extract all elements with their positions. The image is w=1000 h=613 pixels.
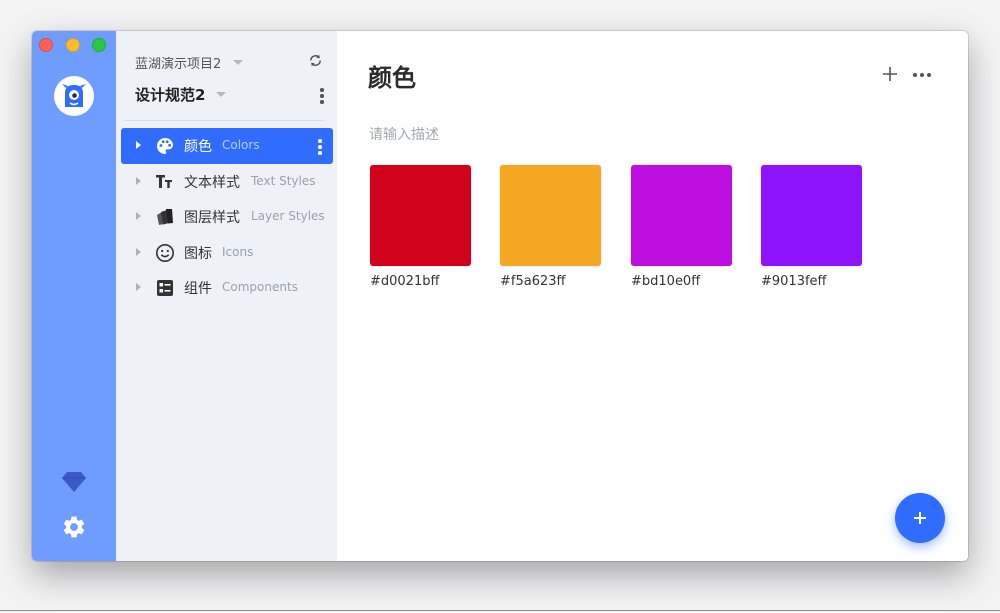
tree-item-label: 文本样式	[184, 174, 240, 191]
component-icon	[157, 280, 173, 296]
spec-more-icon[interactable]	[320, 88, 324, 106]
add-icon[interactable]	[882, 66, 898, 82]
color-swatch[interactable]	[761, 165, 862, 266]
tree-item-sublabel: Colors	[222, 138, 260, 152]
window-close-button[interactable]	[39, 38, 53, 52]
app-window: 蓝湖演示项目2 设计规范2 颜色 Colors 文本样式 Text Styles…	[32, 31, 968, 561]
app-logo-icon[interactable]	[54, 76, 94, 116]
color-swatch-card[interactable]: #9013feff	[761, 165, 863, 289]
refresh-icon[interactable]	[308, 53, 323, 68]
item-more-icon[interactable]	[318, 139, 322, 157]
color-swatch-card[interactable]: #f5a623ff	[500, 165, 602, 289]
tree-item-sublabel: Text Styles	[251, 173, 316, 188]
expand-arrow-icon[interactable]	[136, 283, 141, 291]
main-panel: 颜色 #d0021bff #f5a623ff #bd10e0ff	[337, 31, 968, 561]
expand-arrow-icon[interactable]	[136, 247, 141, 256]
color-swatch[interactable]	[500, 165, 601, 266]
plus-icon	[914, 512, 926, 524]
project-selector[interactable]: 蓝湖演示项目2	[135, 50, 327, 74]
tree-item-label: 图标	[184, 245, 212, 262]
screen-edge-line	[0, 610, 1000, 611]
divider	[124, 120, 325, 121]
category-tree: 颜色 Colors 文本样式 Text Styles 图层样式 Layer St…	[121, 128, 333, 306]
layer-style-icon	[157, 209, 173, 225]
tree-item-text-styles[interactable]: 文本样式 Text Styles	[121, 164, 333, 200]
tree-item-label: 组件	[184, 281, 212, 297]
expand-arrow-icon[interactable]	[136, 141, 141, 149]
tree-item-icons[interactable]: 图标 Icons	[121, 235, 333, 271]
window-minimize-button[interactable]	[66, 38, 80, 52]
settings-gear-icon[interactable]	[61, 514, 87, 540]
swatch-hex-label: #bd10e0ff	[631, 274, 701, 289]
add-floating-button[interactable]	[895, 493, 945, 543]
sketch-diamond-icon[interactable]	[61, 470, 87, 494]
tree-item-label: 图层样式	[184, 210, 240, 226]
color-swatch-card[interactable]: #bd10e0ff	[631, 165, 733, 289]
spec-name: 设计规范2	[135, 86, 206, 104]
page-title: 颜色	[368, 64, 416, 92]
swatch-hex-label: #9013feff	[761, 274, 827, 289]
more-horizontal-icon[interactable]	[912, 72, 932, 78]
expand-arrow-icon[interactable]	[136, 176, 141, 185]
expand-arrow-icon[interactable]	[136, 212, 141, 220]
color-swatch[interactable]	[370, 165, 471, 266]
chevron-down-icon	[233, 60, 243, 65]
tree-item-components[interactable]: 组件 Components	[121, 270, 333, 306]
left-rail	[32, 31, 116, 561]
description-input[interactable]	[369, 124, 769, 146]
color-swatch[interactable]	[631, 165, 732, 266]
swatch-hex-label: #d0021bff	[370, 274, 440, 289]
spec-selector[interactable]: 设计规范2	[135, 81, 327, 107]
sidebar: 蓝湖演示项目2 设计规范2 颜色 Colors 文本样式 Text Styles…	[116, 31, 352, 561]
window-zoom-button[interactable]	[92, 38, 106, 52]
tree-item-label: 颜色	[184, 139, 212, 155]
tree-item-colors[interactable]: 颜色 Colors	[121, 128, 333, 164]
tree-item-sublabel: Components	[222, 280, 298, 294]
text-style-icon	[156, 174, 172, 188]
palette-icon	[157, 138, 173, 154]
smiley-icon	[156, 243, 174, 262]
project-name: 蓝湖演示项目2	[135, 57, 222, 72]
tree-item-sublabel: Layer Styles	[251, 209, 325, 223]
tree-item-sublabel: Icons	[222, 244, 254, 259]
chevron-down-icon	[216, 92, 226, 97]
color-swatch-card[interactable]: #d0021bff	[370, 165, 472, 289]
swatch-hex-label: #f5a623ff	[500, 274, 566, 289]
tree-item-layer-styles[interactable]: 图层样式 Layer Styles	[121, 199, 333, 235]
